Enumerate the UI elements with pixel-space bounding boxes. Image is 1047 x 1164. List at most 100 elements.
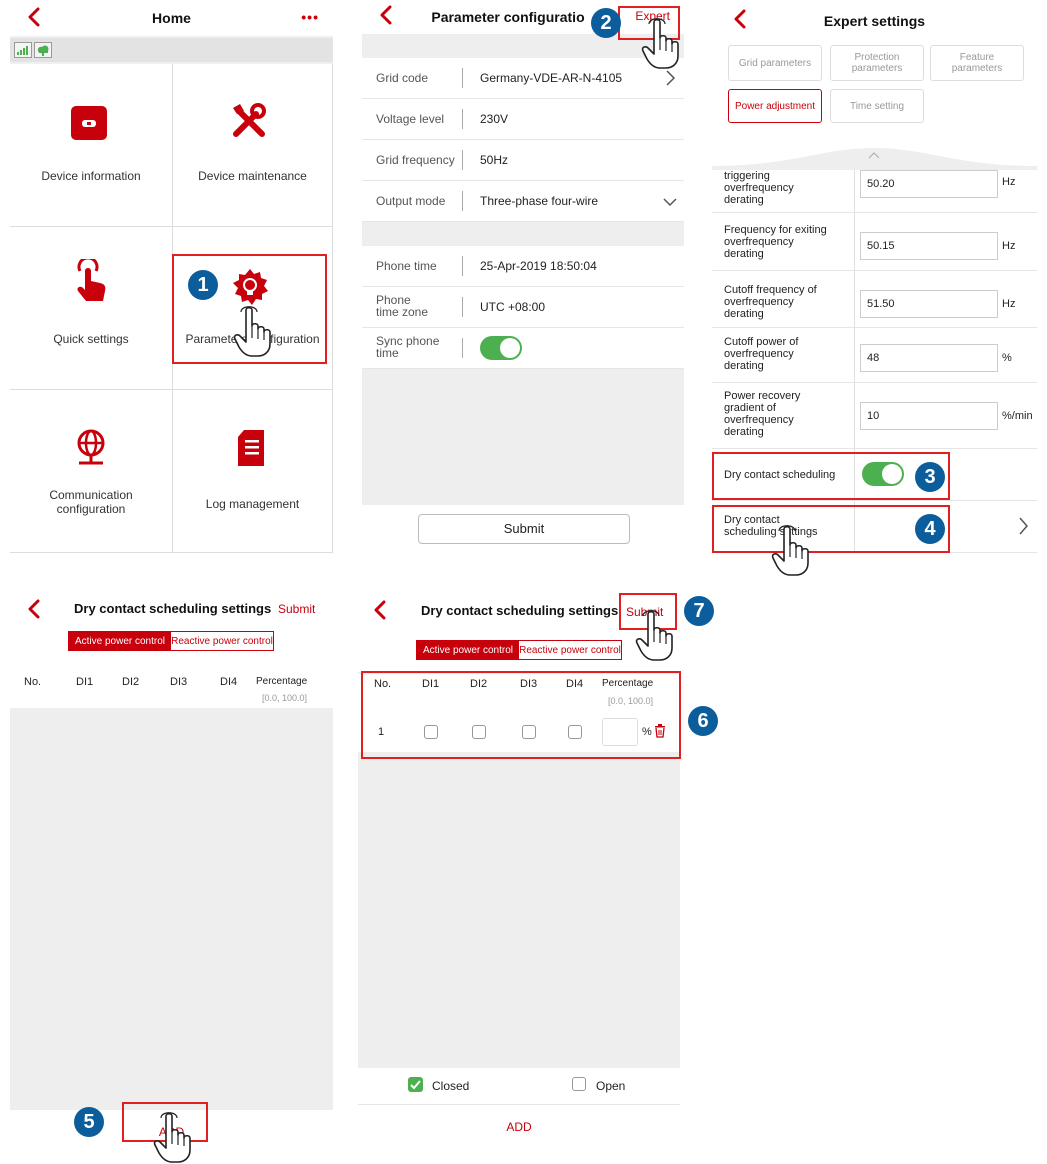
step-badge-5: 5 bbox=[74, 1107, 104, 1137]
tab-reactive-power-control[interactable]: Reactive power control bbox=[519, 641, 621, 659]
open-label: Open bbox=[596, 1079, 626, 1093]
page-title: Expert settings bbox=[823, 13, 926, 29]
highlight-box-6 bbox=[361, 671, 681, 759]
phone-time-zone-row: Phone time zone UTC +08:00 bbox=[362, 287, 684, 328]
row-value: 25-Apr-2019 18:50:04 bbox=[480, 259, 597, 273]
more-icon[interactable]: ••• bbox=[301, 9, 319, 25]
tab-power-adjustment[interactable]: Power adjustment bbox=[728, 89, 822, 123]
row-value: UTC +08:00 bbox=[480, 300, 546, 314]
pointer-hand-icon bbox=[232, 306, 278, 358]
parameter-configuration-screen: Parameter configuratio Expert Grid code … bbox=[362, 0, 684, 553]
cloud-icon bbox=[34, 42, 52, 58]
param-input[interactable]: 51.50 bbox=[860, 290, 998, 318]
column-header: DI3 bbox=[170, 676, 188, 688]
param-input[interactable]: 48 bbox=[860, 344, 998, 372]
step-badge-4: 4 bbox=[915, 514, 945, 544]
tab-active-power-control[interactable]: Active power control bbox=[417, 641, 519, 659]
power-control-segment: Active power control Reactive power cont… bbox=[416, 640, 622, 660]
step-badge-6: 6 bbox=[688, 706, 718, 736]
tile-device-information[interactable]: Device information bbox=[10, 64, 173, 227]
submit-area: Submit bbox=[362, 505, 684, 553]
tools-icon bbox=[230, 102, 270, 142]
param-input[interactable]: 10 bbox=[860, 402, 998, 430]
output-mode-row[interactable]: Output mode Three-phase four-wire bbox=[362, 181, 684, 222]
grid-code-row[interactable]: Grid code Germany-VDE-AR-N-4105 bbox=[362, 58, 684, 99]
step-badge-2: 2 bbox=[591, 8, 621, 38]
row-label: Phone time zone bbox=[376, 293, 429, 319]
legend-area: Closed Open ADD bbox=[358, 1068, 680, 1154]
touch-icon bbox=[72, 256, 110, 303]
page-title: Home bbox=[152, 10, 191, 26]
home-header: Home ••• bbox=[10, 0, 333, 36]
submit-button[interactable]: Submit bbox=[418, 514, 630, 544]
param-input[interactable]: 50.15 bbox=[860, 232, 998, 260]
row-label: Power recovery gradient of overfrequency… bbox=[724, 390, 801, 438]
pointer-hand-icon bbox=[634, 610, 680, 662]
param-row: Power recovery gradient of overfrequency… bbox=[712, 382, 1037, 449]
param-input[interactable]: 50.20 bbox=[860, 170, 998, 198]
unit-label: Hz bbox=[1002, 298, 1016, 310]
tile-label: Device information bbox=[41, 169, 141, 183]
tile-device-maintenance[interactable]: Device maintenance bbox=[173, 64, 333, 227]
column-header: Percentage bbox=[256, 676, 308, 687]
tab-protection-parameters[interactable]: Protection parameters bbox=[830, 45, 924, 81]
tab-time-setting[interactable]: Time setting bbox=[830, 89, 924, 123]
sync-phone-time-row: Sync phone time bbox=[362, 328, 684, 369]
chevron-down-icon bbox=[662, 196, 678, 210]
row-value: Three-phase four-wire bbox=[480, 194, 599, 208]
signal-icon bbox=[14, 42, 32, 58]
unit-label: %/min bbox=[1002, 410, 1033, 422]
param-row: triggering overfrequency derating 50.20 … bbox=[712, 170, 1037, 213]
closed-legend-checkbox bbox=[408, 1077, 423, 1092]
step-badge-7: 7 bbox=[684, 596, 714, 626]
unit-label: Hz bbox=[1002, 176, 1016, 188]
back-icon[interactable] bbox=[370, 599, 392, 621]
tab-feature-parameters[interactable]: Feature parameters bbox=[930, 45, 1024, 81]
row-label: Grid frequency bbox=[376, 153, 455, 167]
sync-phone-time-toggle[interactable] bbox=[480, 336, 522, 360]
pointer-hand-icon bbox=[770, 525, 816, 577]
tab-reactive-power-control[interactable]: Reactive power control bbox=[171, 632, 273, 650]
device-information-icon bbox=[71, 106, 107, 140]
tile-log-management[interactable]: Log management bbox=[173, 390, 333, 553]
row-label: Output mode bbox=[376, 194, 446, 208]
submit-button[interactable]: Submit bbox=[278, 602, 315, 616]
voltage-level-row[interactable]: Voltage level 230V bbox=[362, 99, 684, 140]
chevron-right-icon bbox=[1017, 516, 1029, 539]
tile-communication-configuration[interactable]: Communication configuration bbox=[10, 390, 173, 553]
range-label: [0.0, 100.0] bbox=[262, 693, 308, 703]
unit-label: Hz bbox=[1002, 240, 1016, 252]
tab-grid-parameters[interactable]: Grid parameters bbox=[728, 45, 822, 81]
header: Expert settings bbox=[712, 0, 1037, 36]
pointer-hand-icon bbox=[640, 18, 686, 70]
grid-frequency-row[interactable]: Grid frequency 50Hz bbox=[362, 140, 684, 181]
row-label: triggering overfrequency derating bbox=[724, 170, 794, 206]
param-row: Cutoff power of overfrequency derating 4… bbox=[712, 327, 1037, 383]
column-header: No. bbox=[24, 676, 42, 688]
step-badge-3: 3 bbox=[915, 462, 945, 492]
collapse-handle[interactable] bbox=[712, 142, 1037, 170]
closed-label: Closed bbox=[432, 1079, 470, 1093]
tab-active-power-control[interactable]: Active power control bbox=[69, 632, 171, 650]
tile-quick-settings[interactable]: Quick settings bbox=[10, 227, 173, 390]
row-value: 230V bbox=[480, 112, 509, 126]
row-label: Cutoff frequency of overfrequency derati… bbox=[724, 284, 817, 320]
param-row: Frequency for exiting overfrequency dera… bbox=[712, 212, 1037, 271]
row-label: Grid code bbox=[376, 71, 429, 85]
column-header: DI1 bbox=[76, 676, 94, 688]
tile-label: Quick settings bbox=[53, 332, 129, 346]
row-value: Germany-VDE-AR-N-4105 bbox=[480, 71, 623, 85]
row-value: 50Hz bbox=[480, 153, 509, 167]
dry-contact-settings-screen-empty: Dry contact scheduling settings Submit A… bbox=[10, 590, 333, 1154]
row-label: Frequency for exiting overfrequency dera… bbox=[724, 224, 827, 260]
tile-label: Communication configuration bbox=[49, 488, 133, 516]
page-title: Dry contact scheduling settings bbox=[74, 601, 272, 616]
power-control-segment: Active power control Reactive power cont… bbox=[68, 631, 274, 651]
back-icon[interactable] bbox=[24, 598, 46, 620]
table-header: No. DI1 DI2 DI3 DI4 Percentage [0.0, 100… bbox=[10, 668, 333, 708]
row-label: Phone time bbox=[376, 259, 437, 273]
add-button[interactable]: ADD bbox=[358, 1120, 680, 1134]
row-label: Sync phone time bbox=[376, 334, 440, 360]
chevron-right-icon bbox=[664, 69, 676, 90]
pointer-hand-icon bbox=[152, 1112, 198, 1164]
